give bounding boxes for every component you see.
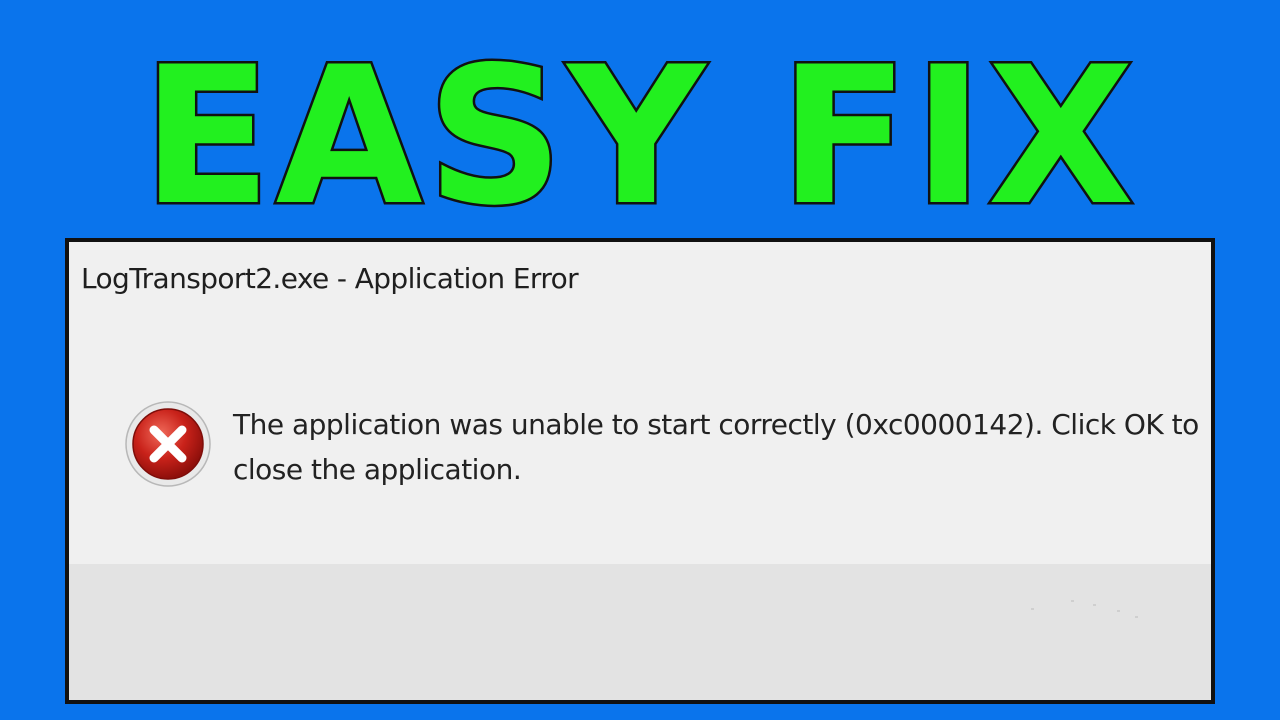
application-error-dialog: LogTransport2.exe - Application Error Th… bbox=[65, 238, 1215, 704]
dialog-title: LogTransport2.exe - Application Error bbox=[81, 262, 579, 295]
headline-graphic: EASY FIX bbox=[139, 42, 1138, 222]
dialog-button-area bbox=[69, 564, 1211, 700]
headline-text: EASY FIX bbox=[142, 42, 1138, 222]
error-x-icon bbox=[124, 400, 212, 488]
error-message: The application was unable to start corr… bbox=[233, 408, 1199, 486]
faint-artifacts bbox=[1031, 596, 1151, 626]
thumbnail-headline-banner: EASY FIX bbox=[0, 42, 1280, 222]
